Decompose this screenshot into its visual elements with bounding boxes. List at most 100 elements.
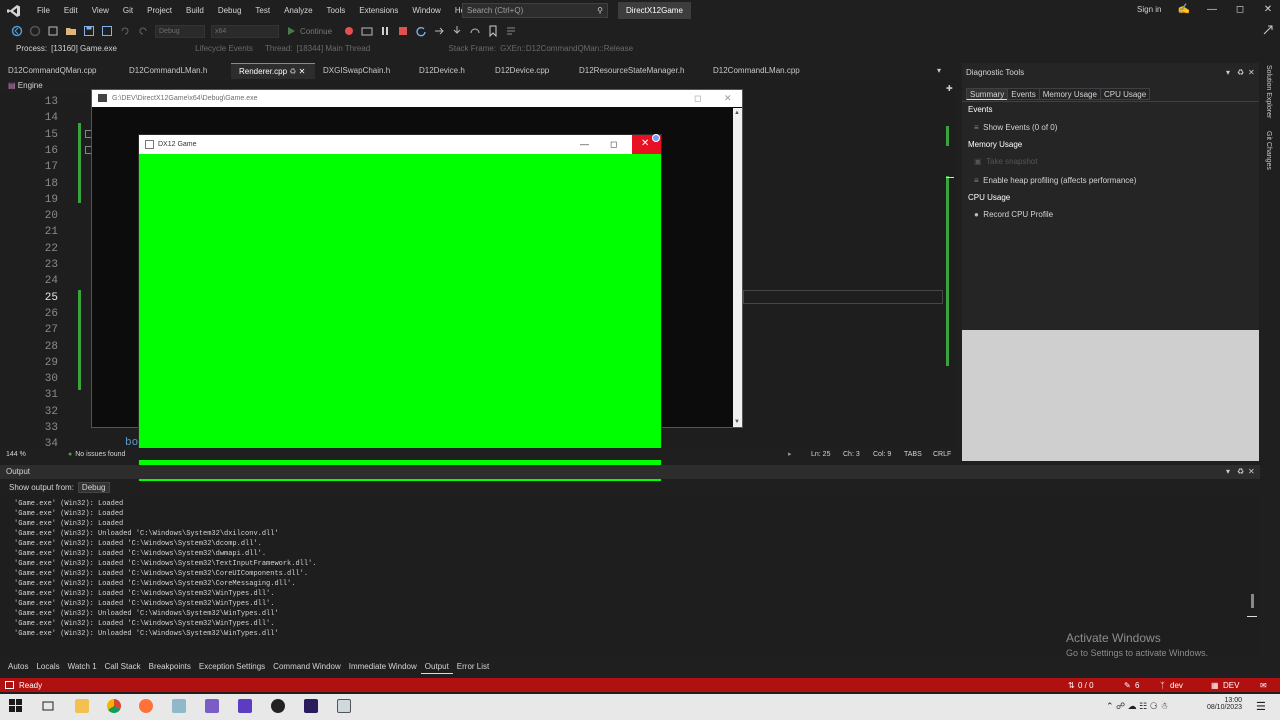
visual-studio-2-icon[interactable] bbox=[238, 699, 252, 713]
tab-immediate-window[interactable]: Immediate Window bbox=[345, 660, 421, 674]
thread-dropdown[interactable]: [18344] Main Thread bbox=[297, 44, 429, 53]
tab-output[interactable]: Output bbox=[420, 660, 453, 674]
repo-name[interactable]: DEV bbox=[1223, 681, 1239, 690]
close-button[interactable]: ✕ bbox=[1254, 4, 1280, 15]
visual-studio-icon[interactable] bbox=[205, 699, 219, 713]
tab-call-stack[interactable]: Call Stack bbox=[101, 660, 145, 674]
menu-view[interactable]: View bbox=[85, 6, 116, 15]
output-scrollbar[interactable] bbox=[1247, 494, 1257, 657]
issues-status[interactable]: No issues found bbox=[75, 451, 125, 458]
tab-locals[interactable]: Locals bbox=[32, 660, 63, 674]
tab-d12commandqman-cpp[interactable]: D12CommandQMan.cpp bbox=[0, 63, 121, 79]
menu-project[interactable]: Project bbox=[140, 6, 179, 15]
back-icon[interactable] bbox=[11, 25, 23, 37]
process-dropdown[interactable]: [13160] Game.exe bbox=[51, 44, 175, 53]
save-all-icon[interactable] bbox=[101, 25, 113, 37]
console-window-titlebar[interactable]: G:\DEV\DirectX12Game\x64\Debug\Game.exe … bbox=[92, 90, 742, 107]
open-folder-icon[interactable] bbox=[65, 25, 77, 37]
break-all-icon[interactable] bbox=[379, 25, 391, 37]
pending-changes[interactable]: 6 bbox=[1135, 681, 1139, 690]
take-snapshot-button[interactable]: ▣ Take snapshot bbox=[974, 157, 1038, 166]
output-close-icon[interactable]: ✕ bbox=[1248, 465, 1255, 479]
pin-icon[interactable]: ♻ bbox=[289, 67, 296, 76]
tab-error-list[interactable]: Error List bbox=[453, 660, 493, 674]
tab-breakpoints[interactable]: Breakpoints bbox=[145, 660, 195, 674]
game-minimize-button[interactable]: — bbox=[580, 135, 589, 154]
windows-start-icon[interactable] bbox=[9, 699, 23, 713]
indent-mode[interactable]: TABS bbox=[904, 451, 922, 458]
show-events-link[interactable]: ≡ Show Events (0 of 0) bbox=[974, 123, 1057, 132]
tab-renderer-cpp[interactable]: Renderer.cpp ♻ ✕ bbox=[231, 63, 315, 79]
feedback-icon[interactable]: ✍ bbox=[1170, 4, 1198, 15]
restart-icon[interactable] bbox=[415, 25, 427, 37]
tab-summary[interactable]: Summary bbox=[966, 88, 1008, 100]
game-window-titlebar[interactable]: DX12 Game — ◻ bbox=[139, 135, 661, 154]
heap-profiling-toggle[interactable]: ≡ Enable heap profiling (affects perform… bbox=[974, 176, 1136, 185]
notification-center-icon[interactable]: ☰ bbox=[1256, 700, 1266, 713]
project-scope-dropdown[interactable]: ▤ Engine bbox=[0, 80, 90, 92]
redo-icon[interactable] bbox=[137, 25, 149, 37]
panel-pin-icon[interactable]: ♻ bbox=[1237, 68, 1244, 77]
col-indicator[interactable]: Col: 9 bbox=[873, 451, 891, 458]
chrome-icon[interactable] bbox=[107, 699, 121, 713]
stop-icon[interactable] bbox=[397, 25, 409, 37]
forward-icon[interactable] bbox=[29, 25, 41, 37]
solution-explorer-tab[interactable]: Solution Explorer bbox=[1265, 65, 1272, 118]
menu-debug[interactable]: Debug bbox=[211, 6, 249, 15]
lifecycle-events-dropdown[interactable]: Lifecycle Events bbox=[195, 44, 253, 53]
split-editor-icon[interactable]: ✚ bbox=[946, 84, 953, 93]
scroll-up-icon[interactable]: ▲ bbox=[734, 110, 740, 116]
console-maximize-button[interactable]: ◻ bbox=[694, 90, 701, 107]
game-window-taskbar-icon[interactable] bbox=[337, 699, 351, 713]
platform-dropdown[interactable]: x64 bbox=[211, 24, 279, 38]
minimize-button[interactable]: — bbox=[1198, 4, 1226, 15]
menu-tools[interactable]: Tools bbox=[320, 6, 353, 15]
git-changes-tab[interactable]: Git Changes bbox=[1265, 131, 1272, 170]
tab-d12commandlman-cpp[interactable]: D12CommandLMan.cpp bbox=[705, 63, 825, 79]
tab-d12commandlman-h[interactable]: D12CommandLMan.h bbox=[121, 63, 231, 79]
new-item-icon[interactable] bbox=[47, 25, 59, 37]
tab-dxgiswapchain-h[interactable]: DXGISwapChain.h bbox=[315, 63, 411, 79]
panel-close-icon[interactable]: ✕ bbox=[1248, 68, 1255, 77]
commits-updown[interactable]: 0 / 0 bbox=[1078, 681, 1094, 690]
task-view-icon[interactable] bbox=[41, 699, 55, 713]
show-next-statement-icon[interactable] bbox=[433, 25, 445, 37]
live-share-icon[interactable] bbox=[1262, 24, 1274, 36]
menu-extensions[interactable]: Extensions bbox=[352, 6, 405, 15]
tab-exception-settings[interactable]: Exception Settings bbox=[195, 660, 269, 674]
system-tray-icons[interactable]: ⌃ ☍ ☁ ☷ ⚆ ☃ bbox=[1106, 701, 1168, 712]
search-input[interactable]: Search (Ctrl+Q) ⚲ bbox=[462, 3, 608, 18]
terminal-icon[interactable] bbox=[304, 699, 318, 713]
continue-label[interactable]: Continue bbox=[300, 27, 340, 36]
firefox-icon[interactable] bbox=[139, 699, 153, 713]
editor-vertical-scrollbar[interactable] bbox=[946, 96, 954, 448]
char-indicator[interactable]: Ch: 3 bbox=[843, 451, 860, 458]
tab-close-icon[interactable]: ✕ bbox=[299, 67, 306, 76]
menu-git[interactable]: Git bbox=[116, 6, 140, 15]
sign-in-link[interactable]: Sign in bbox=[1137, 5, 1161, 14]
line-indicator[interactable]: Ln: 25 bbox=[811, 451, 830, 458]
hot-reload-icon[interactable] bbox=[343, 25, 355, 37]
menu-window[interactable]: Window bbox=[405, 6, 447, 15]
tab-events[interactable]: Events bbox=[1007, 88, 1039, 100]
branch-name[interactable]: dev bbox=[1170, 681, 1183, 690]
console-scrollbar[interactable]: ▲ ▼ bbox=[733, 108, 742, 427]
save-icon[interactable] bbox=[83, 25, 95, 37]
menu-file[interactable]: File bbox=[30, 6, 57, 15]
tab-autos[interactable]: Autos bbox=[4, 660, 32, 674]
menu-build[interactable]: Build bbox=[179, 6, 211, 15]
tab-d12resourcestatemanager-h[interactable]: D12ResourceStateManager.h bbox=[571, 63, 705, 79]
output-pin-icon[interactable]: ♻ bbox=[1237, 465, 1244, 479]
game-close-button[interactable]: ✕ bbox=[632, 134, 661, 154]
tab-command-window[interactable]: Command Window bbox=[269, 660, 345, 674]
file-explorer-icon[interactable] bbox=[75, 699, 89, 713]
menu-analyze[interactable]: Analyze bbox=[277, 6, 319, 15]
tab-d12device-h[interactable]: D12Device.h bbox=[411, 63, 487, 79]
config-dropdown[interactable]: Debug bbox=[155, 24, 205, 38]
bookmark-icon[interactable] bbox=[487, 25, 499, 37]
app-icon[interactable] bbox=[172, 699, 186, 713]
output-source-dropdown[interactable]: Debug bbox=[77, 482, 110, 493]
tab-overflow-icon[interactable]: ▾ bbox=[937, 66, 941, 75]
stack-frame-dropdown[interactable]: GXEn::D12CommandQMan::Release bbox=[500, 44, 633, 53]
line-ending[interactable]: CRLF bbox=[933, 451, 951, 458]
